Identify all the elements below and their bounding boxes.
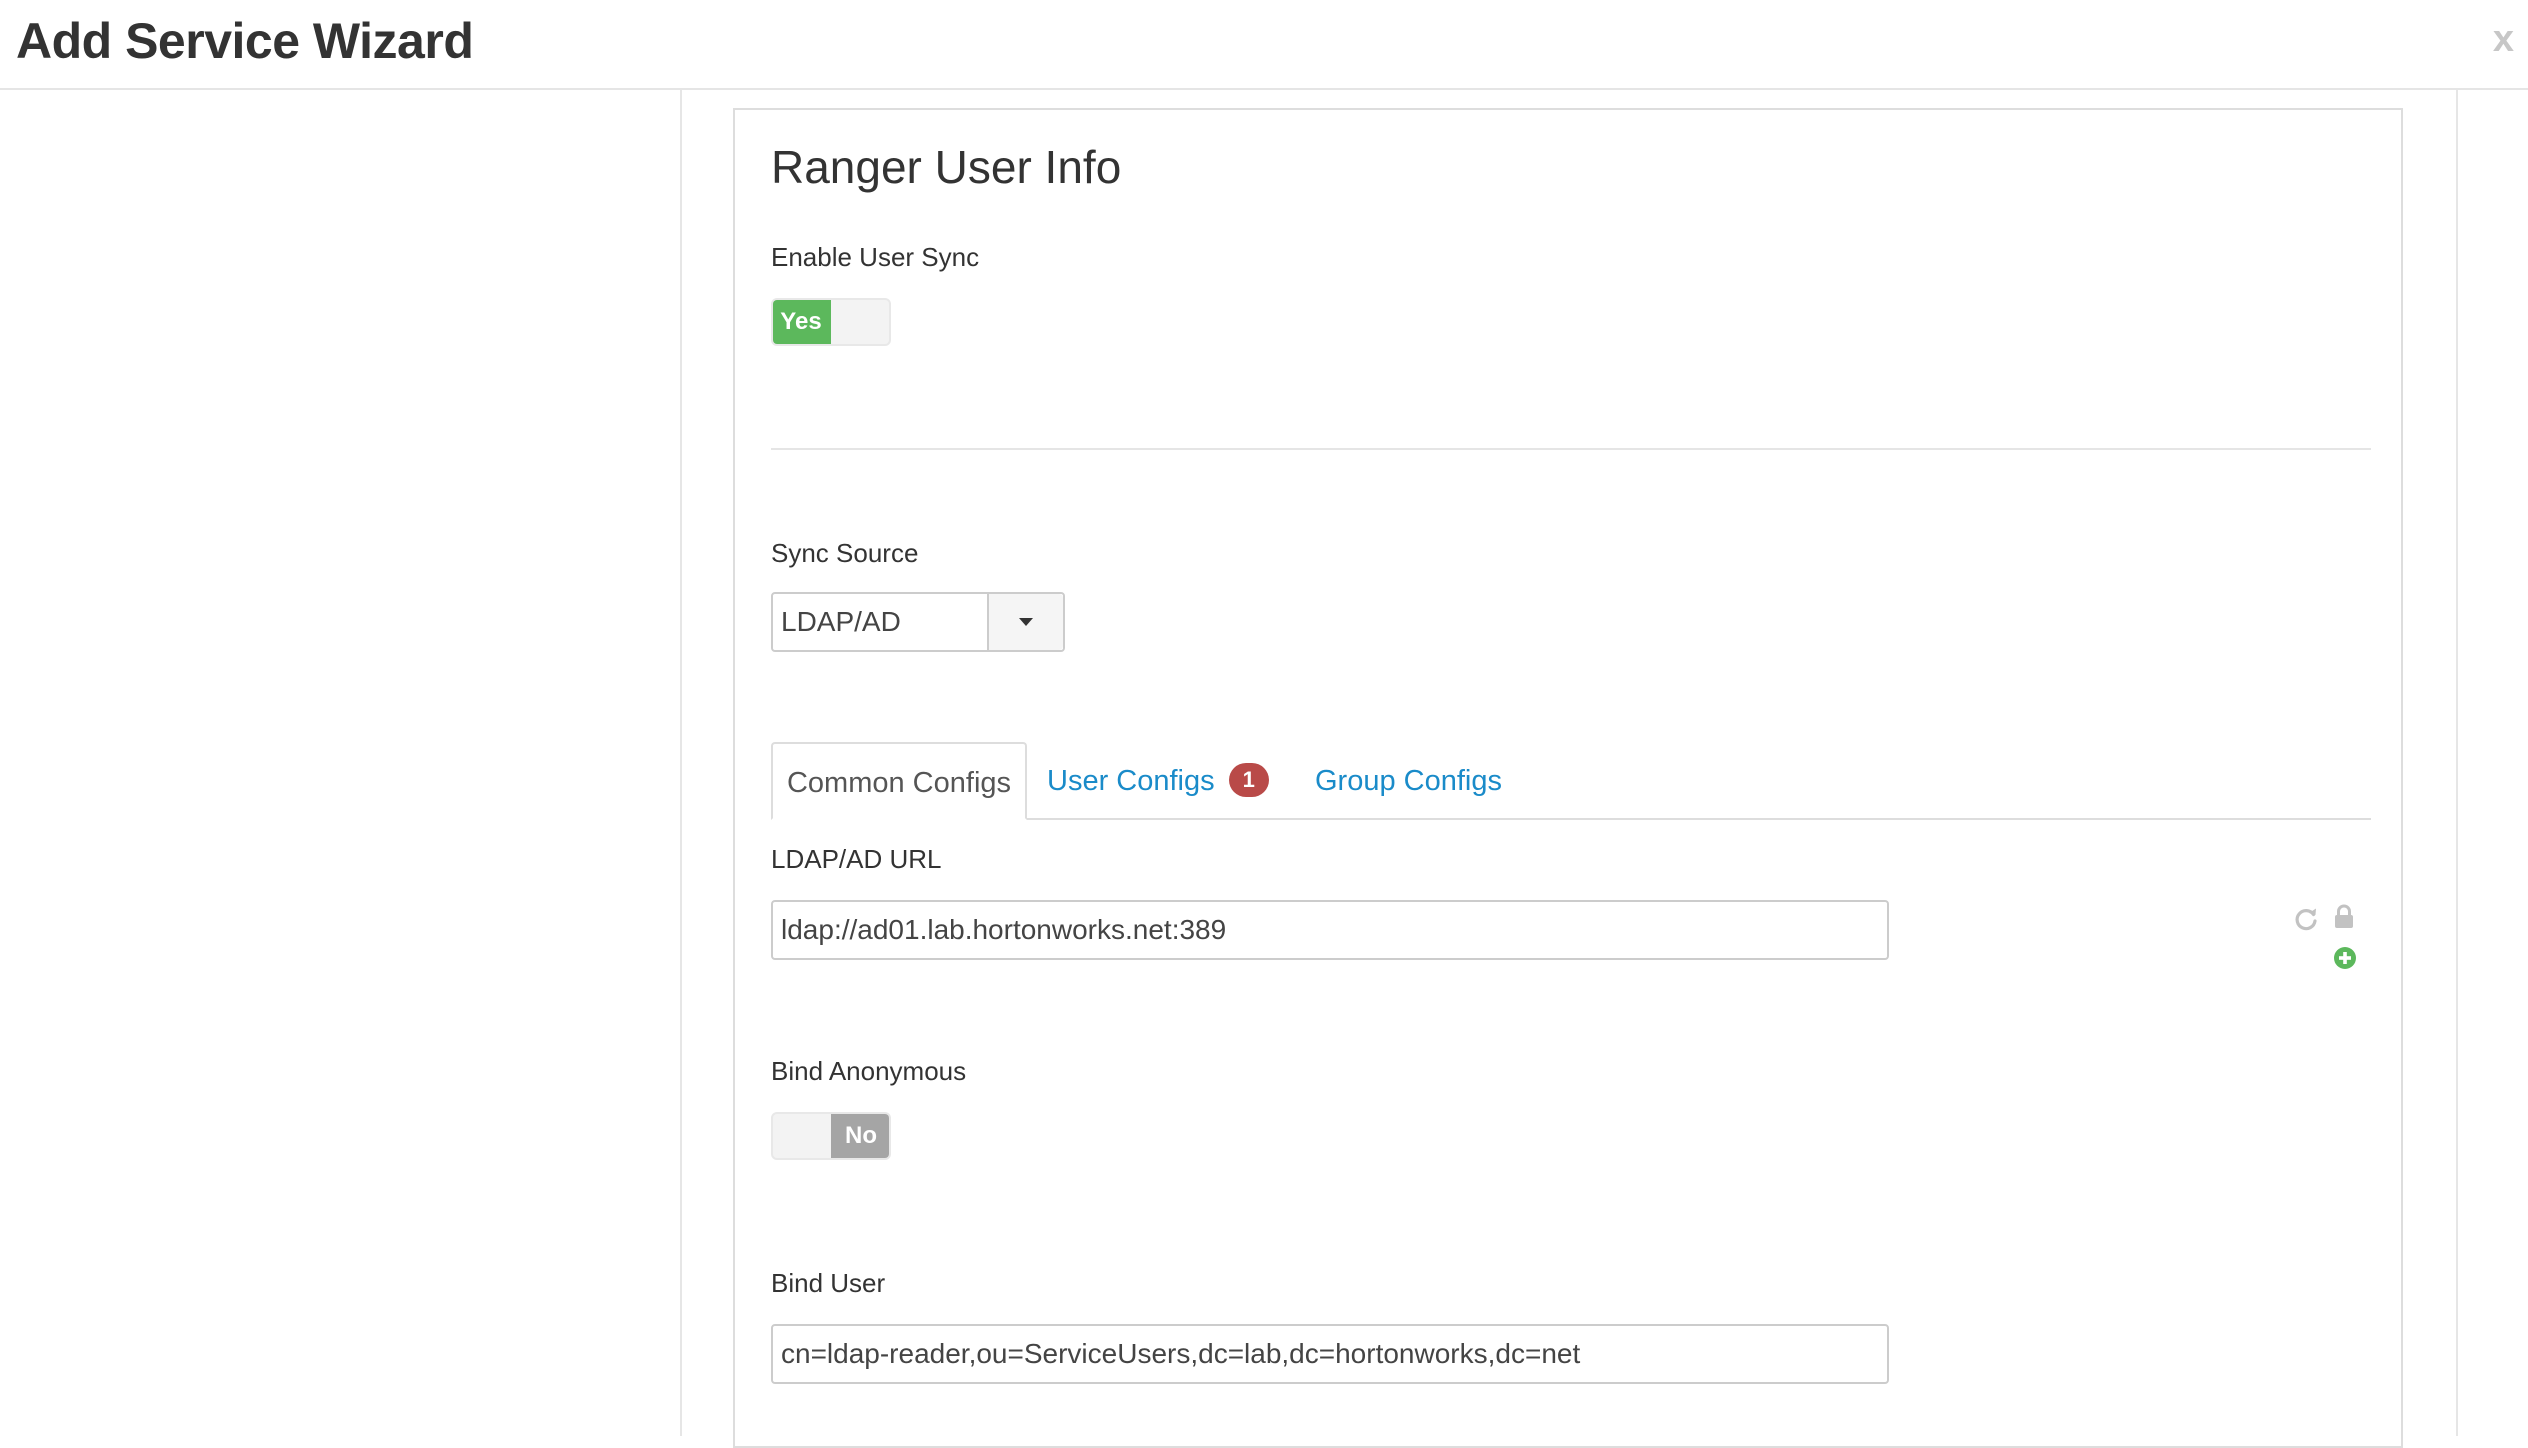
caret-down-icon <box>1019 618 1033 626</box>
ldap-url-input[interactable]: ldap://ad01.lab.hortonworks.net:389 <box>771 900 1889 960</box>
ldap-url-label: LDAP/AD URL <box>771 844 942 874</box>
close-button[interactable]: x <box>2493 14 2514 64</box>
bind-anonymous-label: Bind Anonymous <box>771 1056 967 1086</box>
tab-group-configs[interactable]: Group Configs <box>1315 742 1502 820</box>
section-title: Ranger User Info <box>771 141 1122 193</box>
enable-user-sync-label: Enable User Sync <box>771 242 980 272</box>
tab-user-configs[interactable]: User Configs 1 <box>1047 742 1269 820</box>
add-circle-icon[interactable] <box>2333 946 2357 970</box>
left-column-divider <box>680 90 682 1436</box>
modal-header: Add Service Wizard x <box>0 0 2528 90</box>
refresh-icon[interactable] <box>2293 906 2319 932</box>
toggle-no-label: No <box>831 1114 889 1158</box>
enable-user-sync-toggle[interactable]: Yes <box>771 298 891 346</box>
bind-user-input[interactable]: cn=ldap-reader,ou=ServiceUsers,dc=lab,dc… <box>771 1324 1889 1384</box>
bind-user-label: Bind User <box>771 1268 886 1298</box>
sync-source-select[interactable]: LDAP/AD <box>771 592 1065 652</box>
lock-icon[interactable] <box>2333 904 2355 930</box>
section-divider <box>771 448 2371 450</box>
error-count-badge: 1 <box>1228 763 1269 798</box>
toggle-yes-label: Yes <box>773 300 831 344</box>
sync-source-label: Sync Source <box>771 538 919 568</box>
modal-title: Add Service Wizard <box>16 13 474 69</box>
sync-source-dropdown-button[interactable] <box>987 594 1063 650</box>
right-column-divider <box>2456 90 2458 1436</box>
bind-anonymous-toggle[interactable]: No <box>771 1112 891 1160</box>
tab-user-configs-label: User Configs <box>1047 765 1215 797</box>
sync-source-value: LDAP/AD <box>781 606 901 637</box>
tab-common-configs[interactable]: Common Configs <box>771 742 1027 820</box>
ranger-user-info-panel: Ranger User Info Enable User Sync Yes Sy… <box>733 108 2403 1448</box>
